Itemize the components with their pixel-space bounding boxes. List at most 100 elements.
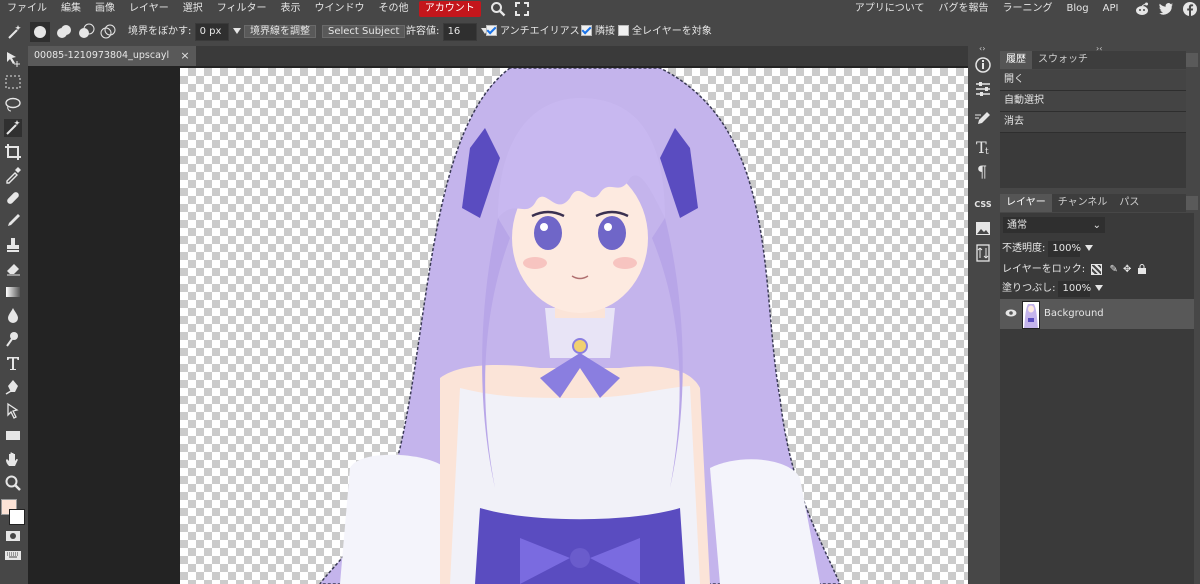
layers-panel-tabs: レイヤー チャンネル パス — [1000, 194, 1186, 212]
lasso-tool-icon[interactable] — [4, 96, 22, 114]
image-icon[interactable] — [970, 218, 996, 240]
feather-dropdown-icon[interactable] — [232, 28, 241, 34]
magic-wand-tool-icon[interactable] — [4, 119, 22, 137]
link-report-bug[interactable]: バグを報告 — [932, 1, 996, 17]
gradient-tool-icon[interactable] — [4, 283, 22, 301]
svg-text:t: t — [985, 147, 989, 157]
fullscreen-icon[interactable] — [514, 1, 530, 17]
tolerance-input[interactable]: 16 — [442, 23, 477, 41]
stamp-tool-icon[interactable] — [4, 236, 22, 254]
keyboard-icon[interactable] — [4, 546, 22, 564]
antialias-checkbox[interactable] — [486, 24, 497, 36]
selection-add-icon[interactable] — [54, 22, 74, 42]
blend-mode-value: 通常 — [1007, 220, 1027, 231]
selection-intersect-icon[interactable] — [98, 22, 118, 42]
dodge-tool-icon[interactable] — [4, 330, 22, 348]
brush-settings-icon[interactable] — [970, 108, 996, 130]
selection-subtract-icon[interactable] — [76, 22, 96, 42]
menu-edit[interactable]: 編集 — [54, 1, 88, 17]
marquee-tool-icon[interactable] — [4, 73, 22, 91]
all-layers-control[interactable]: 全レイヤーを対象 — [618, 23, 712, 41]
adjustments-icon[interactable] — [970, 78, 996, 100]
quick-mask-icon[interactable] — [4, 527, 22, 545]
history-item[interactable]: 消去 — [1000, 112, 1186, 133]
pen-tool-icon[interactable] — [4, 378, 22, 396]
info-icon[interactable] — [970, 54, 996, 76]
hand-tool-icon[interactable] — [4, 450, 22, 468]
tab-layers[interactable]: レイヤー — [1000, 194, 1052, 212]
close-tab-button[interactable]: × — [178, 49, 192, 63]
opacity-input[interactable]: 100% — [1047, 240, 1082, 258]
external-links: アプリについて バグを報告 ラーニング Blog API — [848, 1, 1198, 17]
fill-dropdown-icon[interactable] — [1095, 285, 1104, 291]
facebook-icon[interactable] — [1182, 1, 1198, 17]
panel-icon-column: ‹› Tt ¶ CSS — [969, 44, 997, 584]
reddit-icon[interactable] — [1134, 1, 1150, 17]
tab-channels[interactable]: チャンネル — [1052, 194, 1114, 212]
menu-image[interactable]: 画像 — [88, 1, 122, 17]
background-color-swatch[interactable] — [9, 509, 25, 525]
zoom-tool-icon[interactable] — [4, 474, 22, 492]
character-icon[interactable]: Tt — [970, 136, 996, 158]
opacity-dropdown-icon[interactable] — [1085, 245, 1094, 251]
collapse-arrows-icon[interactable]: ‹› — [979, 44, 985, 53]
property-icon[interactable] — [970, 242, 996, 264]
twitter-icon[interactable] — [1158, 1, 1174, 17]
type-tool-icon[interactable] — [4, 354, 22, 372]
lock-all-icon[interactable] — [1137, 264, 1147, 274]
menu-filter[interactable]: フィルター — [210, 1, 274, 17]
tab-paths[interactable]: パス — [1113, 194, 1145, 212]
menu-more[interactable]: その他 — [372, 1, 416, 17]
lock-position-icon[interactable]: ✥ — [1123, 264, 1131, 275]
menu-window[interactable]: ウインドウ — [308, 1, 372, 17]
contiguous-checkbox[interactable] — [581, 24, 592, 36]
account-button[interactable]: アカウント — [418, 1, 481, 17]
link-blog[interactable]: Blog — [1060, 1, 1096, 17]
feather-input[interactable]: 0 px — [194, 23, 229, 41]
history-item[interactable]: 自動選択 — [1000, 91, 1186, 112]
all-layers-checkbox[interactable] — [618, 24, 629, 36]
healing-tool-icon[interactable] — [4, 189, 22, 207]
tab-history[interactable]: 履歴 — [1000, 51, 1032, 69]
chevron-down-icon: ⌄ — [1092, 220, 1101, 231]
visibility-eye-icon[interactable] — [1005, 308, 1017, 318]
paragraph-icon[interactable]: ¶ — [970, 160, 996, 182]
blur-tool-icon[interactable] — [4, 306, 22, 324]
document-tab[interactable]: 00085-1210973804_upscayl * × — [28, 46, 196, 66]
selection-new-icon[interactable] — [30, 22, 50, 42]
brush-tool-icon[interactable] — [4, 212, 22, 230]
menu-view[interactable]: 表示 — [274, 1, 308, 17]
layers-panel-menu-icon[interactable] — [1186, 196, 1198, 210]
document-tab-title: 00085-1210973804_upscayl — [34, 50, 170, 61]
contiguous-control[interactable]: 隣接 — [581, 23, 615, 41]
select-subject-button[interactable]: Select Subject — [322, 25, 406, 38]
menu-file[interactable]: ファイル — [0, 1, 54, 17]
history-panel-menu-icon[interactable] — [1186, 53, 1198, 67]
path-select-tool-icon[interactable] — [4, 402, 22, 420]
css-icon[interactable]: CSS — [970, 194, 996, 216]
lock-pixels-icon[interactable]: ✎ — [1109, 264, 1117, 275]
history-panel-tabs: 履歴 スウォッチ — [1000, 51, 1186, 69]
refine-edge-container: 境界線を調整 — [244, 23, 316, 41]
shape-tool-icon[interactable] — [4, 426, 22, 444]
image-canvas[interactable] — [180, 68, 968, 584]
search-icon[interactable] — [490, 1, 506, 17]
refine-edge-button[interactable]: 境界線を調整 — [244, 25, 316, 38]
link-learning[interactable]: ラーニング — [996, 1, 1060, 17]
crop-tool-icon[interactable] — [4, 143, 22, 161]
link-about[interactable]: アプリについて — [848, 1, 932, 17]
lock-transparency-icon[interactable] — [1091, 263, 1103, 275]
tab-swatches[interactable]: スウォッチ — [1032, 51, 1094, 69]
link-api[interactable]: API — [1096, 1, 1126, 17]
layer-row[interactable]: Background — [1000, 299, 1194, 329]
eyedropper-tool-icon[interactable] — [4, 166, 22, 184]
blend-mode-select[interactable]: 通常 ⌄ — [1002, 216, 1106, 234]
antialias-control[interactable]: アンチエイリアス — [486, 23, 580, 41]
menu-select[interactable]: 選択 — [176, 1, 210, 17]
canvas-workspace[interactable] — [28, 66, 968, 584]
history-item[interactable]: 開く — [1000, 70, 1186, 91]
menu-layer[interactable]: レイヤー — [122, 1, 176, 17]
move-tool-icon[interactable] — [4, 50, 22, 68]
fill-input[interactable]: 100% — [1057, 280, 1092, 298]
eraser-tool-icon[interactable] — [4, 259, 22, 277]
